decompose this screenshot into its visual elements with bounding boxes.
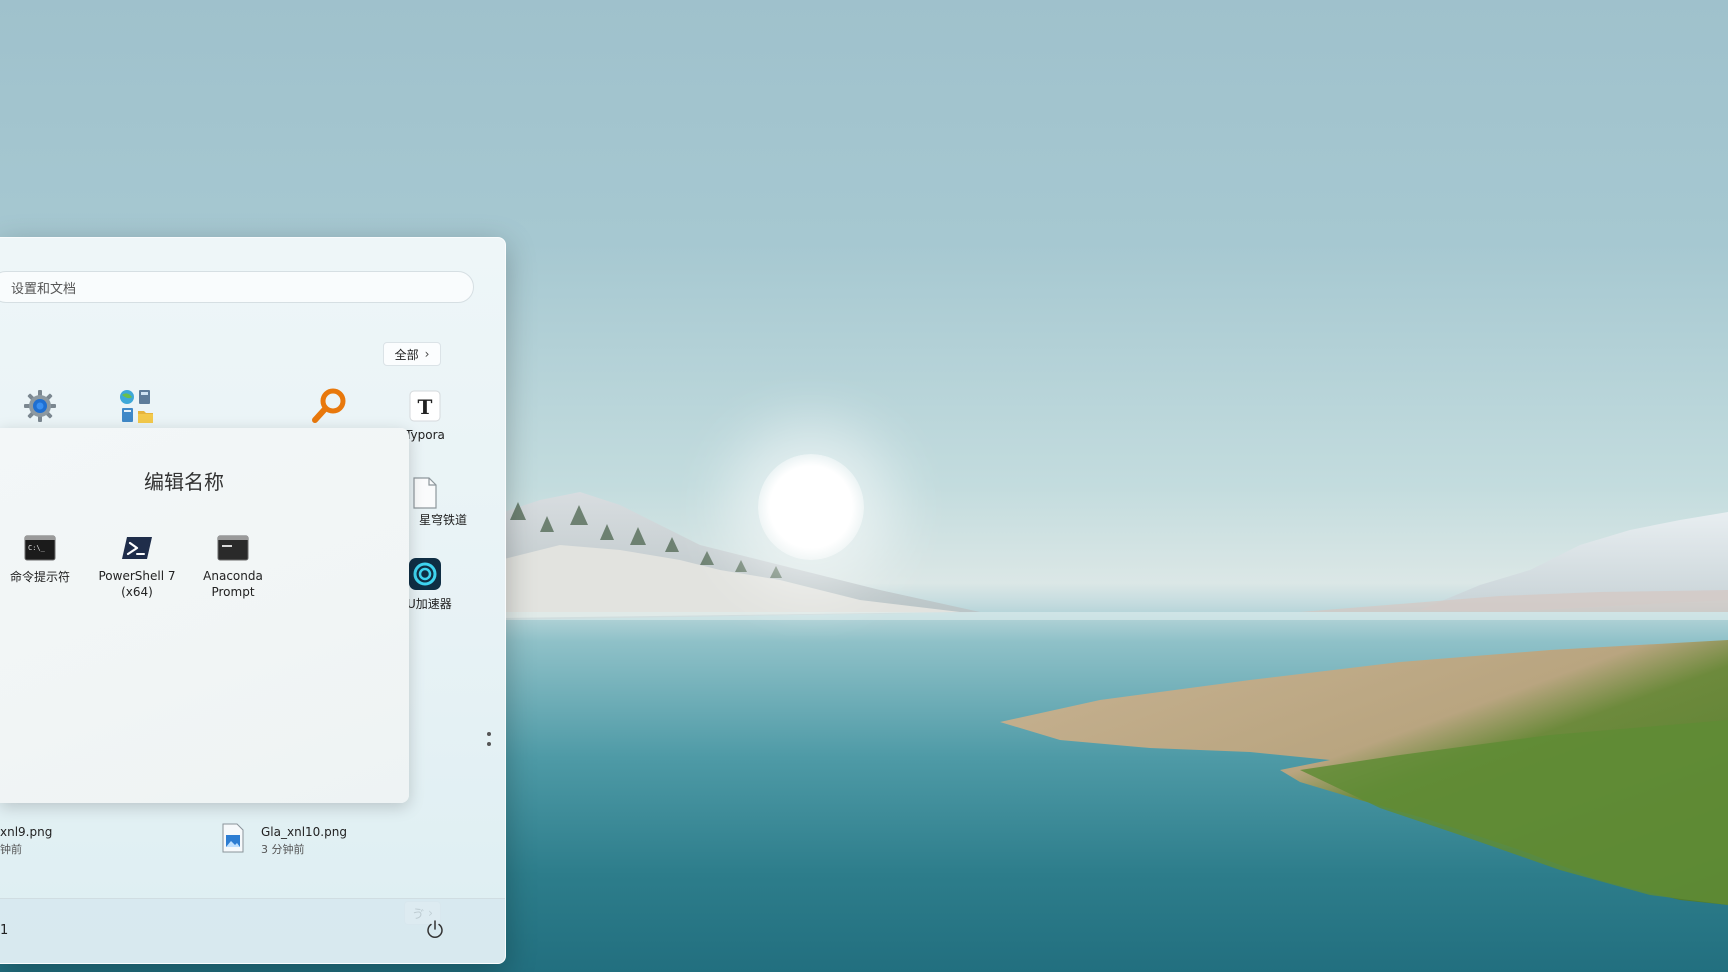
folder-label-anaconda: Anaconda Prompt <box>196 568 270 600</box>
search-input[interactable]: ⌕ 设置和文档 <box>0 271 474 303</box>
recommended-file-name[interactable]: xnl9.png <box>0 825 52 839</box>
typora-icon: T <box>409 390 441 422</box>
pinned-app-accelerator[interactable] <box>405 554 445 594</box>
gear-icon <box>24 390 56 422</box>
folder-label-anaconda-line1: Anaconda <box>203 569 263 583</box>
terminal-icon <box>217 535 249 561</box>
recommended-file-time: 钟前 <box>0 843 22 856</box>
control-panel-icon <box>120 390 153 423</box>
folder-label-powershell-line2: (x64) <box>121 585 153 599</box>
pinned-app-everything[interactable] <box>309 386 349 426</box>
image-file-icon[interactable] <box>221 823 245 857</box>
folder-label-cmd: 命令提示符 <box>10 570 71 584</box>
powershell-icon <box>122 537 152 559</box>
folder-label-powershell-line1: PowerShell 7 <box>98 569 176 583</box>
folder-popup: 编辑名称 C:\_ 命令提示符 PowerShell 7 (x64) Anaco… <box>0 428 409 803</box>
folder-app-powershell[interactable] <box>117 528 157 568</box>
pinned-label-typora: Typora <box>405 428 445 442</box>
recommended-file-time: 3 分钟前 <box>261 843 305 856</box>
pinned-label-accelerator: U加速器 <box>407 597 452 611</box>
sun <box>758 454 864 560</box>
pinned-app-control-panel[interactable] <box>116 386 156 426</box>
start-footer: 1 <box>0 898 505 963</box>
svg-text:C:\_: C:\_ <box>28 544 46 552</box>
all-apps-label: 全部 <box>394 347 419 362</box>
svg-text:T: T <box>418 395 433 419</box>
recommended-file-name[interactable]: Gla_xnl10.png <box>261 825 347 839</box>
folder-app-anaconda[interactable] <box>213 528 253 568</box>
folder-app-cmd[interactable]: C:\_ <box>20 528 60 568</box>
power-icon[interactable] <box>424 919 446 941</box>
pinned-app-typora[interactable]: T <box>405 386 445 426</box>
document-icon <box>413 477 437 509</box>
page-indicator[interactable] <box>486 732 492 756</box>
folder-label-powershell: PowerShell 7 (x64) <box>98 568 176 600</box>
terminal-icon: C:\_ <box>24 535 56 561</box>
user-name[interactable]: 1 <box>0 923 8 938</box>
pinned-label-star-rail: 星穹铁道 <box>419 513 468 527</box>
folder-title[interactable]: 编辑名称 <box>144 466 224 495</box>
pinned-app-star-rail[interactable] <box>405 473 445 513</box>
chevron-right-icon: › <box>424 347 430 361</box>
accelerator-icon <box>409 558 441 590</box>
search-placeholder: 设置和文档 <box>11 282 77 297</box>
magnifier-icon <box>312 388 346 423</box>
pinned-app-settings[interactable] <box>20 386 60 426</box>
all-apps-button[interactable]: 全部 › <box>383 342 441 366</box>
folder-label-anaconda-line2: Prompt <box>211 585 255 599</box>
